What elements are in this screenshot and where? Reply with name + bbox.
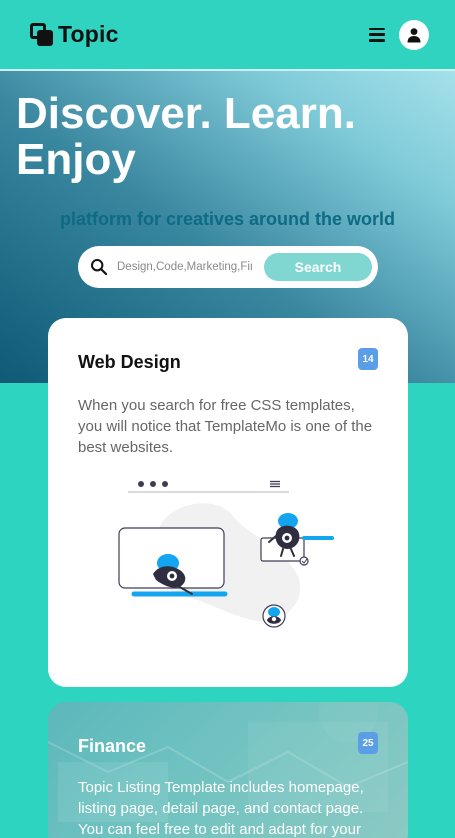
search-form: Search: [78, 246, 378, 288]
search-input[interactable]: [117, 261, 252, 273]
card-description: When you search for free CSS templates, …: [78, 397, 373, 456]
brand-link[interactable]: Topic: [30, 21, 119, 48]
card-header: Finance 25: [78, 732, 378, 757]
card-header: Web Design 14: [78, 348, 378, 373]
count-badge: 14: [358, 348, 378, 370]
hero-subtitle: platform for creatives around the world: [59, 209, 396, 229]
card-title: Finance: [78, 736, 147, 756]
search-icon: [91, 259, 108, 276]
brand-logo-icon: [30, 22, 54, 47]
menu-icon[interactable]: [369, 27, 385, 42]
user-profile-button[interactable]: [399, 19, 429, 50]
card-title: Web Design: [78, 352, 181, 372]
navbar: Topic: [0, 0, 455, 71]
user-icon: [407, 27, 421, 42]
search-button[interactable]: Search: [264, 253, 372, 281]
topic-card-finance[interactable]: Finance 25 Topic Listing Template includ…: [48, 702, 408, 838]
card-description: Topic Listing Template includes homepage…: [78, 779, 364, 838]
topic-card-web-design[interactable]: Web Design 14 When you search for free C…: [48, 318, 408, 687]
brand-name: Topic: [58, 21, 119, 47]
nav-actions: [369, 19, 429, 50]
count-badge: 25: [358, 732, 378, 754]
web-design-illustration: [118, 480, 334, 628]
hero-title: Discover. Learn. Enjoy: [16, 89, 356, 184]
